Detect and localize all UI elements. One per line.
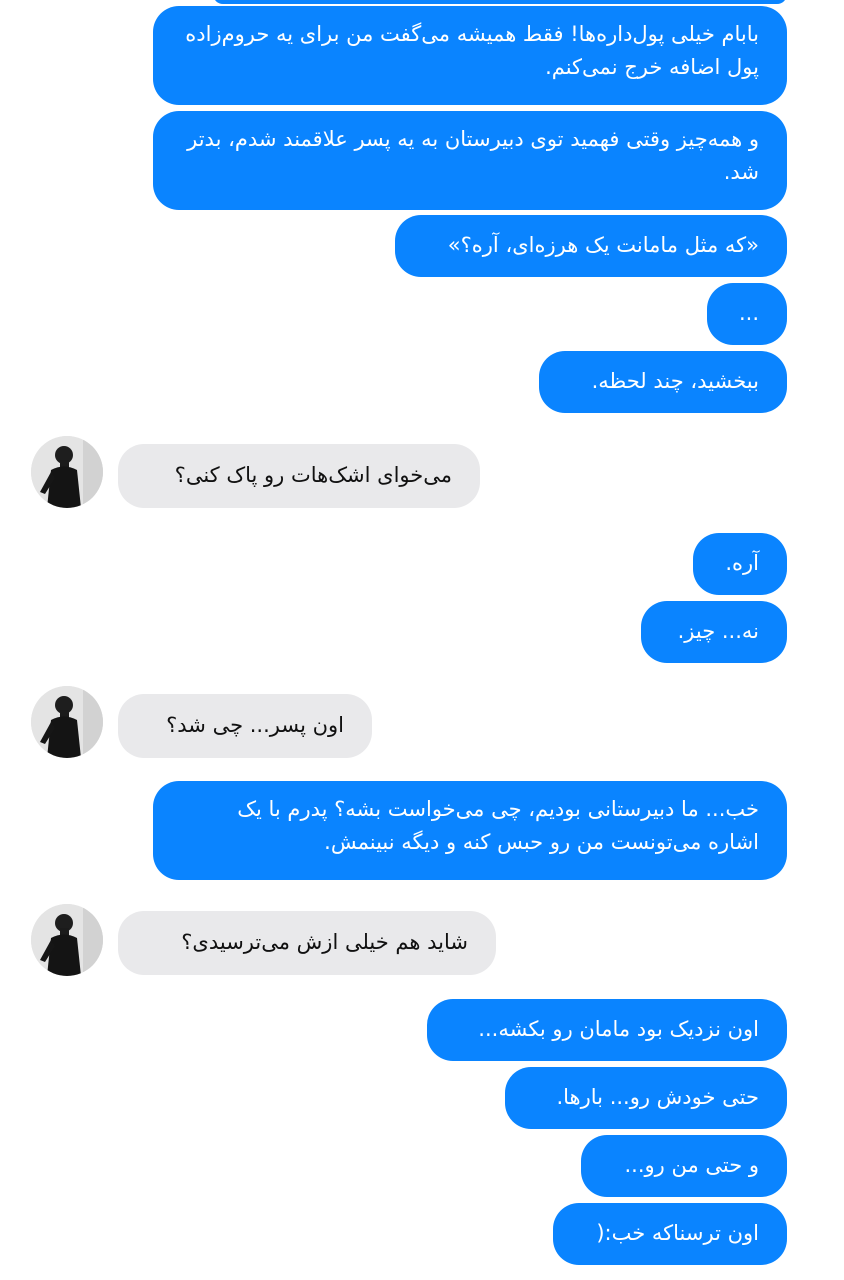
incoming-message-bubble[interactable]: اون پسر... چی شد؟ bbox=[118, 694, 372, 758]
person-in-black-turtleneck-avatar-icon bbox=[31, 904, 103, 976]
outgoing-message-bubble[interactable]: «که مثل مامانت یک هرزه‌ای، آره؟» bbox=[395, 215, 787, 277]
outgoing-message-bubble[interactable]: و حتی من رو... bbox=[581, 1135, 787, 1197]
previous-message-bubble-edge bbox=[213, 0, 787, 4]
incoming-message-bubble[interactable]: شاید هم خیلی ازش می‌ترسیدی؟ bbox=[118, 911, 496, 975]
chat-thread: بابام خیلی پول‌داره‌ها! فقط همیشه می‌گفت… bbox=[0, 0, 844, 1280]
outgoing-message-bubble[interactable]: ببخشید، چند لحظه. bbox=[539, 351, 787, 413]
person-in-black-turtleneck-avatar-icon bbox=[31, 436, 103, 508]
outgoing-message-bubble[interactable]: اون ترسناکه خب:( bbox=[553, 1203, 787, 1265]
outgoing-message-bubble[interactable]: و همه‌چیز وقتی فهمید توی دبیرستان به یه … bbox=[153, 111, 787, 210]
outgoing-message-bubble[interactable]: بابام خیلی پول‌داره‌ها! فقط همیشه می‌گفت… bbox=[153, 6, 787, 105]
person-in-black-turtleneck-avatar-icon bbox=[31, 686, 103, 758]
outgoing-message-bubble[interactable]: حتی خودش رو... بارها. bbox=[505, 1067, 787, 1129]
contact-avatar[interactable] bbox=[31, 904, 103, 976]
contact-avatar[interactable] bbox=[31, 436, 103, 508]
contact-avatar[interactable] bbox=[31, 686, 103, 758]
outgoing-message-bubble[interactable]: خب... ما دبیرستانی بودیم، چی می‌خواست بش… bbox=[153, 781, 787, 880]
outgoing-message-bubble[interactable]: ... bbox=[707, 283, 787, 345]
outgoing-message-bubble[interactable]: اون نزدیک بود مامان رو بکشه... bbox=[427, 999, 787, 1061]
outgoing-message-bubble[interactable]: نه... چیز. bbox=[641, 601, 787, 663]
incoming-message-bubble[interactable]: می‌خوای اشک‌هات رو پاک کنی؟ bbox=[118, 444, 480, 508]
outgoing-message-bubble[interactable]: آره. bbox=[693, 533, 787, 595]
